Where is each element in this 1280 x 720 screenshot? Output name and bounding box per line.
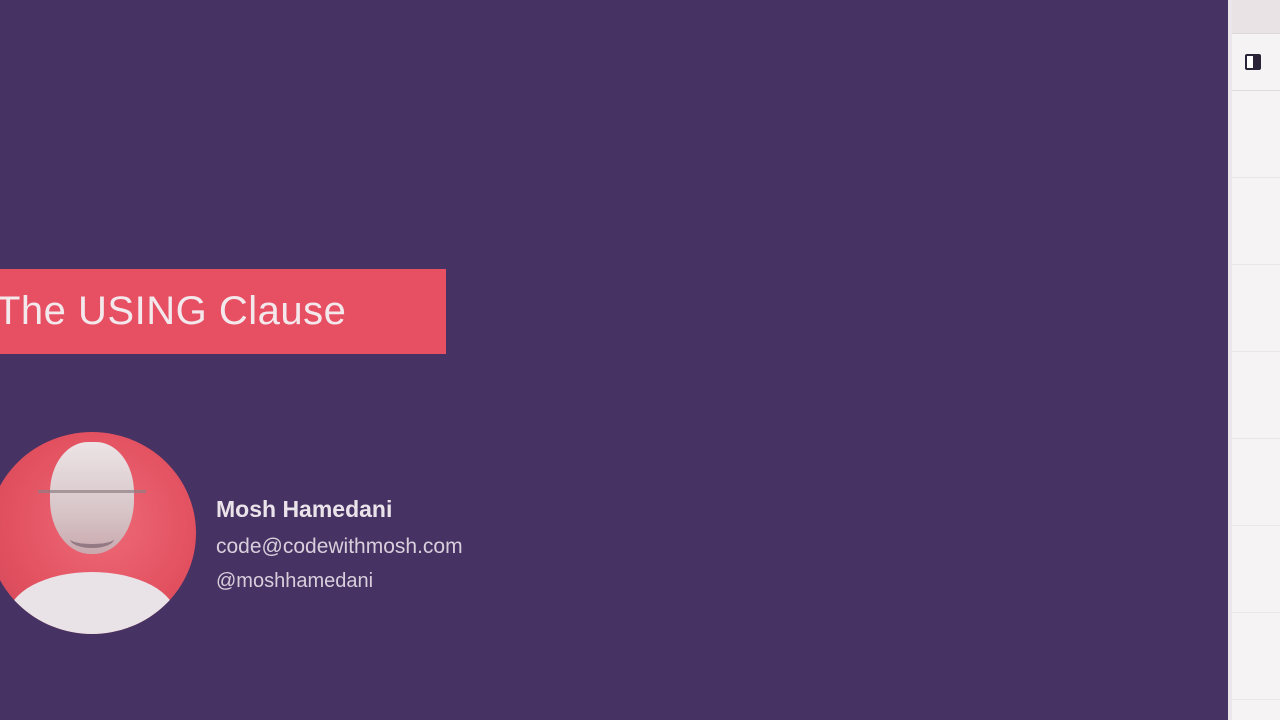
presenter-avatar bbox=[0, 432, 196, 634]
side-panel-row bbox=[1232, 352, 1280, 439]
side-panel-row bbox=[1232, 439, 1280, 526]
avatar-smile bbox=[70, 530, 114, 548]
side-panel-row bbox=[1232, 526, 1280, 613]
side-panel bbox=[1228, 0, 1280, 720]
presenter-name: Mosh Hamedani bbox=[216, 496, 393, 522]
slide-title: The USING Clause bbox=[0, 289, 347, 333]
side-panel-row bbox=[1232, 91, 1280, 178]
avatar-body bbox=[8, 572, 176, 634]
presenter-email: code@codewithmosh.com bbox=[216, 535, 463, 558]
presenter-handle: @moshhamedani bbox=[216, 570, 374, 592]
side-panel-titlebar bbox=[1232, 0, 1280, 34]
side-panel-row bbox=[1232, 265, 1280, 352]
side-panel-row bbox=[1232, 178, 1280, 265]
side-panel-toolbar bbox=[1232, 34, 1280, 91]
presentation-slide: The USING Clause Mosh Hamedani code@code… bbox=[0, 0, 1228, 720]
avatar-glasses bbox=[38, 490, 146, 507]
panel-toggle-icon[interactable] bbox=[1245, 54, 1261, 70]
title-banner: The USING Clause bbox=[0, 269, 446, 354]
presenter-info: Mosh Hamedani code@codewithmosh.com @mos… bbox=[216, 494, 463, 594]
side-panel-row bbox=[1232, 613, 1280, 700]
